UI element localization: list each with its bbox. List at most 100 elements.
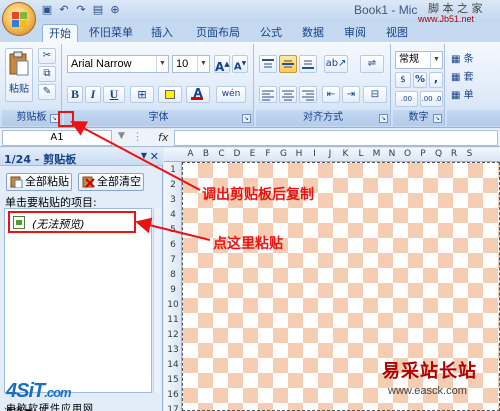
font-name-combo[interactable]: Arial Narrow ▼ xyxy=(67,55,169,73)
align-top-icon[interactable] xyxy=(259,55,277,73)
borders-icon[interactable]: ⊞ xyxy=(130,86,154,103)
row-header[interactable]: 1 xyxy=(164,165,182,175)
row-header[interactable]: 8 xyxy=(164,270,182,280)
column-header[interactable]: H xyxy=(292,149,307,159)
column-header[interactable]: J xyxy=(323,149,338,159)
row-header[interactable]: 9 xyxy=(164,285,182,295)
row-header[interactable]: 13 xyxy=(164,345,182,355)
column-header[interactable]: N xyxy=(385,149,400,159)
row-header[interactable]: 6 xyxy=(164,240,182,250)
row-header[interactable]: 14 xyxy=(164,360,182,370)
format-painter-icon[interactable]: ✎ xyxy=(38,84,56,100)
column-header[interactable]: C xyxy=(214,149,229,159)
conditional-format-item[interactable]: ▦ 条 xyxy=(451,50,474,65)
column-header[interactable]: O xyxy=(400,149,415,159)
copy-icon[interactable]: ⧉ xyxy=(38,66,56,82)
percent-button[interactable]: % xyxy=(413,72,427,88)
options-button[interactable]: 选项 ▼ xyxy=(4,405,32,411)
chevron-down-icon[interactable]: ▼ xyxy=(141,151,147,160)
close-icon[interactable]: ✕ xyxy=(150,150,159,163)
column-header[interactable]: A xyxy=(183,149,198,159)
clipboard-item[interactable]: (无法预览) xyxy=(8,211,136,233)
pane-scrollbar[interactable] xyxy=(153,208,161,393)
currency-icon[interactable]: $ xyxy=(395,72,411,88)
font-launcher-icon[interactable]: ↘ xyxy=(242,114,251,123)
column-header[interactable]: I xyxy=(307,149,322,159)
tab-classic-menu[interactable]: 怀旧菜单 xyxy=(84,24,138,42)
name-box-dropdown-icon[interactable]: ▼ xyxy=(118,131,125,141)
row-header[interactable]: 16 xyxy=(164,390,182,400)
column-header[interactable]: D xyxy=(230,149,245,159)
column-header[interactable]: Q xyxy=(431,149,446,159)
grow-font-button[interactable]: A▲ xyxy=(214,55,230,74)
decrease-decimal-button[interactable]: .00 .0 xyxy=(420,91,443,107)
tab-insert[interactable]: 插入 xyxy=(146,24,178,42)
underline-button[interactable]: U xyxy=(103,86,125,103)
tab-view[interactable]: 视图 xyxy=(382,24,412,42)
row-header[interactable]: 10 xyxy=(164,300,182,310)
comma-button[interactable]: , xyxy=(429,72,443,88)
row-header[interactable]: 7 xyxy=(164,255,182,265)
row-header[interactable]: 11 xyxy=(164,315,182,325)
fill-color-icon[interactable] xyxy=(158,86,182,103)
cell-styles-item[interactable]: ▦ 单 xyxy=(451,86,474,101)
column-header[interactable]: F xyxy=(261,149,276,159)
customize-icon[interactable]: ⊕ xyxy=(108,3,122,17)
table-format-item[interactable]: ▦ 套 xyxy=(451,68,474,83)
redo-icon[interactable]: ↷ xyxy=(74,3,88,17)
column-header[interactable]: E xyxy=(245,149,260,159)
column-header[interactable]: S xyxy=(462,149,477,159)
phonetic-button[interactable]: wén xyxy=(216,86,246,103)
italic-button[interactable]: I xyxy=(85,86,101,103)
font-color-icon[interactable]: A xyxy=(186,86,210,103)
bold-button[interactable]: B xyxy=(67,86,83,103)
row-header[interactable]: 2 xyxy=(164,180,182,190)
orientation-icon[interactable]: ab↗ xyxy=(324,55,348,73)
excel-clip-icon xyxy=(13,216,25,229)
clear-all-button[interactable]: 全部清空 xyxy=(78,173,144,191)
paste-button[interactable]: 粘贴 xyxy=(5,48,33,102)
row-header[interactable]: 4 xyxy=(164,210,182,220)
align-middle-icon[interactable] xyxy=(279,55,297,73)
font-size-combo[interactable]: 10 ▼ xyxy=(172,55,210,73)
row-header[interactable]: 12 xyxy=(164,330,182,340)
number-launcher-icon[interactable]: ↘ xyxy=(433,114,442,123)
column-header[interactable]: R xyxy=(447,149,462,159)
alignment-launcher-icon[interactable]: ↘ xyxy=(379,114,388,123)
paste-all-button[interactable]: 全部粘贴 xyxy=(6,173,72,191)
tab-data[interactable]: 数据 xyxy=(298,24,328,42)
align-left-icon[interactable] xyxy=(259,86,277,103)
align-bottom-icon[interactable] xyxy=(299,55,317,73)
row-header[interactable]: 17 xyxy=(164,405,182,411)
merge-center-icon[interactable]: ⊟ xyxy=(363,86,387,103)
tab-home[interactable]: 开始 xyxy=(42,24,78,42)
align-center-icon[interactable] xyxy=(279,86,297,103)
row-header[interactable]: 3 xyxy=(164,195,182,205)
row-header[interactable]: 15 xyxy=(164,375,182,385)
column-header[interactable]: K xyxy=(338,149,353,159)
cut-icon[interactable]: ✂ xyxy=(38,48,56,64)
office-button[interactable] xyxy=(2,2,36,36)
print-icon[interactable]: ▤ xyxy=(91,3,105,17)
increase-decimal-button[interactable]: .00 +.0 xyxy=(395,91,418,117)
tab-review[interactable]: 审阅 xyxy=(340,24,370,42)
column-header[interactable]: P xyxy=(416,149,431,159)
wrap-text-icon[interactable]: ⇌ xyxy=(360,55,384,73)
tab-formulas[interactable]: 公式 xyxy=(256,24,286,42)
increase-indent-icon[interactable]: ⇥ xyxy=(342,86,360,103)
align-right-icon[interactable] xyxy=(299,86,317,103)
name-box[interactable]: A1 xyxy=(2,130,112,146)
column-header[interactable]: G xyxy=(276,149,291,159)
row-header[interactable]: 5 xyxy=(164,225,182,235)
column-header[interactable]: L xyxy=(354,149,369,159)
tab-page-layout[interactable]: 页面布局 xyxy=(190,24,246,42)
save-icon[interactable]: ▣ xyxy=(40,3,54,17)
shrink-font-button[interactable]: A▼ xyxy=(232,55,248,73)
number-format-combo[interactable]: 常规 ▼ xyxy=(395,51,443,69)
decrease-indent-icon[interactable]: ⇤ xyxy=(322,86,340,103)
undo-icon[interactable]: ↶ xyxy=(57,3,71,17)
function-icon[interactable]: fx xyxy=(158,131,168,144)
column-header[interactable]: M xyxy=(369,149,384,159)
column-header[interactable]: B xyxy=(199,149,214,159)
formula-input[interactable] xyxy=(174,130,498,146)
